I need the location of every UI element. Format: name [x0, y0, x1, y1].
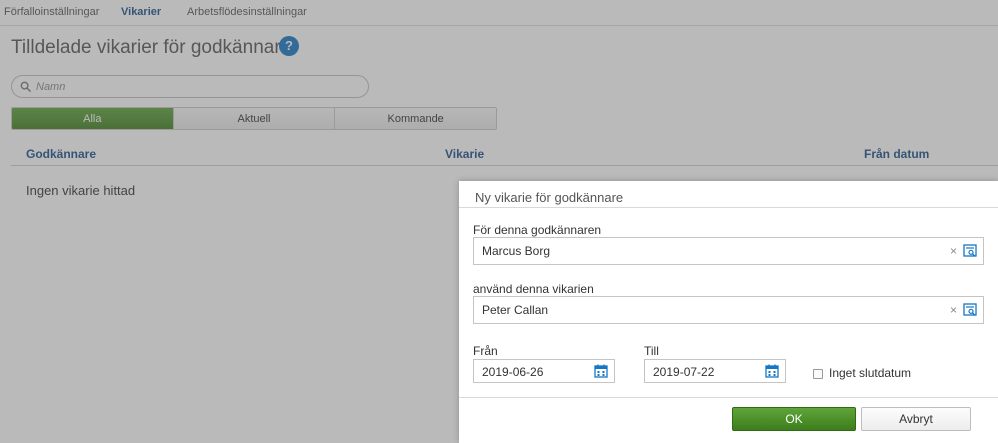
dialog-title: Ny vikarie för godkännare [459, 181, 998, 208]
to-date-input[interactable] [653, 364, 753, 379]
to-date-field[interactable] [644, 359, 786, 383]
dialog-footer-divider [459, 397, 998, 398]
substitute-lookup-icon[interactable] [963, 303, 977, 317]
ok-button[interactable]: OK [732, 407, 856, 431]
approver-label: För denna godkännaren [473, 223, 602, 237]
approver-lookup-icon[interactable] [963, 244, 977, 258]
approver-clear-icon[interactable]: × [950, 244, 957, 258]
to-date-label: Till [644, 344, 659, 358]
calendar-icon[interactable] [594, 364, 608, 378]
from-date-field[interactable] [473, 359, 615, 383]
substitute-clear-icon[interactable]: × [950, 303, 957, 317]
substitute-input[interactable] [482, 302, 922, 318]
calendar-icon[interactable] [765, 364, 779, 378]
no-end-date-checkbox[interactable] [813, 369, 823, 379]
from-date-label: Från [473, 344, 498, 358]
from-date-input[interactable] [482, 364, 582, 379]
substitute-label: använd denna vikarien [473, 282, 594, 296]
no-end-date-label[interactable]: Inget slutdatum [829, 366, 911, 380]
approver-lookup[interactable]: × [473, 237, 984, 265]
cancel-button[interactable]: Avbryt [861, 407, 971, 431]
approver-input[interactable] [482, 243, 922, 259]
new-substitute-dialog: Ny vikarie för godkännare För denna godk… [459, 181, 998, 443]
substitute-lookup[interactable]: × [473, 296, 984, 324]
